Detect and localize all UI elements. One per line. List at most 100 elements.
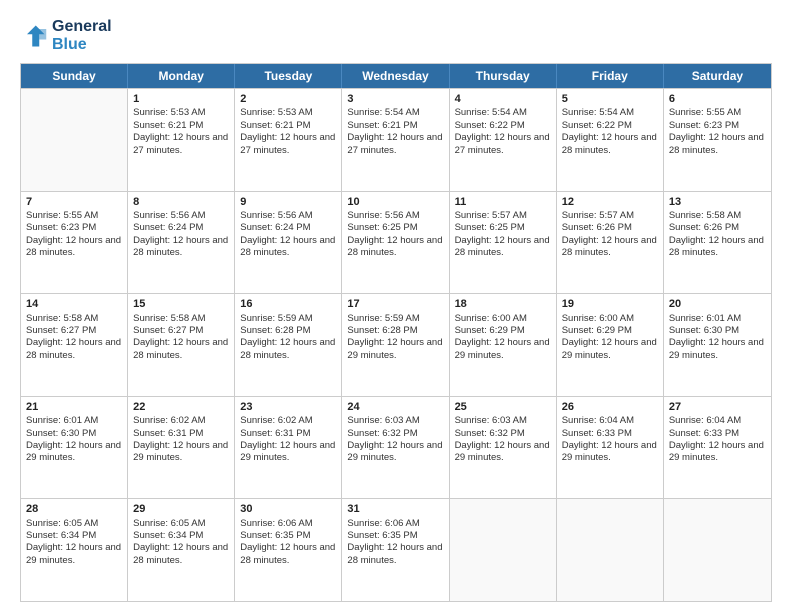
daylight-text: Daylight: 12 hours and 29 minutes. [26,542,122,567]
sunrise-text: Sunrise: 5:57 AM [562,210,658,222]
calendar-row-1: 1Sunrise: 5:53 AMSunset: 6:21 PMDaylight… [21,88,771,191]
logo-text: General Blue [52,18,112,53]
calendar-cell: 5Sunrise: 5:54 AMSunset: 6:22 PMDaylight… [557,89,664,191]
daylight-text: Daylight: 12 hours and 27 minutes. [240,132,336,157]
calendar-cell: 3Sunrise: 5:54 AMSunset: 6:21 PMDaylight… [342,89,449,191]
sunrise-text: Sunrise: 6:04 AM [562,415,658,427]
calendar-cell: 11Sunrise: 5:57 AMSunset: 6:25 PMDayligh… [450,192,557,294]
daylight-text: Daylight: 12 hours and 28 minutes. [562,235,658,260]
sunset-text: Sunset: 6:25 PM [347,222,443,234]
daylight-text: Daylight: 12 hours and 29 minutes. [347,337,443,362]
sunrise-text: Sunrise: 5:56 AM [133,210,229,222]
sunset-text: Sunset: 6:28 PM [347,325,443,337]
daylight-text: Daylight: 12 hours and 29 minutes. [669,337,766,362]
sunset-text: Sunset: 6:25 PM [455,222,551,234]
sunrise-text: Sunrise: 5:54 AM [347,107,443,119]
sunset-text: Sunset: 6:24 PM [240,222,336,234]
calendar-cell: 16Sunrise: 5:59 AMSunset: 6:28 PMDayligh… [235,294,342,396]
page: General Blue SundayMondayTuesdayWednesda… [0,0,792,612]
calendar-cell: 19Sunrise: 6:00 AMSunset: 6:29 PMDayligh… [557,294,664,396]
calendar-cell: 27Sunrise: 6:04 AMSunset: 6:33 PMDayligh… [664,397,771,499]
daylight-text: Daylight: 12 hours and 27 minutes. [133,132,229,157]
day-number: 20 [669,297,766,311]
sunset-text: Sunset: 6:28 PM [240,325,336,337]
calendar-cell: 8Sunrise: 5:56 AMSunset: 6:24 PMDaylight… [128,192,235,294]
daylight-text: Daylight: 12 hours and 29 minutes. [133,440,229,465]
sunset-text: Sunset: 6:34 PM [133,530,229,542]
daylight-text: Daylight: 12 hours and 27 minutes. [455,132,551,157]
sunrise-text: Sunrise: 5:57 AM [455,210,551,222]
sunset-text: Sunset: 6:31 PM [133,428,229,440]
calendar-cell: 14Sunrise: 5:58 AMSunset: 6:27 PMDayligh… [21,294,128,396]
daylight-text: Daylight: 12 hours and 28 minutes. [133,235,229,260]
calendar-cell: 23Sunrise: 6:02 AMSunset: 6:31 PMDayligh… [235,397,342,499]
day-number: 25 [455,400,551,414]
calendar-cell: 20Sunrise: 6:01 AMSunset: 6:30 PMDayligh… [664,294,771,396]
calendar-header: SundayMondayTuesdayWednesdayThursdayFrid… [21,64,771,88]
calendar-cell: 25Sunrise: 6:03 AMSunset: 6:32 PMDayligh… [450,397,557,499]
calendar-cell [450,499,557,601]
day-number: 30 [240,502,336,516]
sunrise-text: Sunrise: 6:01 AM [26,415,122,427]
sunrise-text: Sunrise: 6:04 AM [669,415,766,427]
daylight-text: Daylight: 12 hours and 28 minutes. [133,337,229,362]
day-number: 19 [562,297,658,311]
sunrise-text: Sunrise: 5:54 AM [562,107,658,119]
sunset-text: Sunset: 6:21 PM [347,120,443,132]
sunset-text: Sunset: 6:34 PM [26,530,122,542]
sunset-text: Sunset: 6:31 PM [240,428,336,440]
day-number: 17 [347,297,443,311]
daylight-text: Daylight: 12 hours and 29 minutes. [347,440,443,465]
sunset-text: Sunset: 6:30 PM [669,325,766,337]
sunset-text: Sunset: 6:21 PM [240,120,336,132]
day-number: 22 [133,400,229,414]
sunrise-text: Sunrise: 5:53 AM [133,107,229,119]
calendar-cell: 9Sunrise: 5:56 AMSunset: 6:24 PMDaylight… [235,192,342,294]
sunrise-text: Sunrise: 6:06 AM [347,518,443,530]
calendar-cell: 17Sunrise: 5:59 AMSunset: 6:28 PMDayligh… [342,294,449,396]
daylight-text: Daylight: 12 hours and 28 minutes. [669,235,766,260]
sunrise-text: Sunrise: 6:03 AM [455,415,551,427]
sunset-text: Sunset: 6:23 PM [26,222,122,234]
day-number: 15 [133,297,229,311]
day-number: 5 [562,92,658,106]
calendar-cell: 28Sunrise: 6:05 AMSunset: 6:34 PMDayligh… [21,499,128,601]
sunset-text: Sunset: 6:30 PM [26,428,122,440]
sunrise-text: Sunrise: 5:53 AM [240,107,336,119]
sunset-text: Sunset: 6:35 PM [347,530,443,542]
day-number: 6 [669,92,766,106]
daylight-text: Daylight: 12 hours and 28 minutes. [455,235,551,260]
sunset-text: Sunset: 6:32 PM [347,428,443,440]
calendar-row-4: 21Sunrise: 6:01 AMSunset: 6:30 PMDayligh… [21,396,771,499]
daylight-text: Daylight: 12 hours and 28 minutes. [562,132,658,157]
calendar-cell: 6Sunrise: 5:55 AMSunset: 6:23 PMDaylight… [664,89,771,191]
calendar-cell: 21Sunrise: 6:01 AMSunset: 6:30 PMDayligh… [21,397,128,499]
sunset-text: Sunset: 6:29 PM [455,325,551,337]
calendar-cell: 1Sunrise: 5:53 AMSunset: 6:21 PMDaylight… [128,89,235,191]
day-number: 1 [133,92,229,106]
sunrise-text: Sunrise: 6:03 AM [347,415,443,427]
weekday-header-wednesday: Wednesday [342,64,449,88]
calendar-cell [557,499,664,601]
day-number: 24 [347,400,443,414]
day-number: 28 [26,502,122,516]
sunrise-text: Sunrise: 5:54 AM [455,107,551,119]
sunrise-text: Sunrise: 5:58 AM [26,313,122,325]
calendar-cell: 2Sunrise: 5:53 AMSunset: 6:21 PMDaylight… [235,89,342,191]
logo: General Blue [20,18,112,53]
day-number: 12 [562,195,658,209]
calendar-cell: 12Sunrise: 5:57 AMSunset: 6:26 PMDayligh… [557,192,664,294]
weekday-header-monday: Monday [128,64,235,88]
day-number: 23 [240,400,336,414]
sunrise-text: Sunrise: 5:55 AM [669,107,766,119]
sunset-text: Sunset: 6:27 PM [26,325,122,337]
calendar-cell: 18Sunrise: 6:00 AMSunset: 6:29 PMDayligh… [450,294,557,396]
day-number: 26 [562,400,658,414]
sunrise-text: Sunrise: 5:56 AM [347,210,443,222]
daylight-text: Daylight: 12 hours and 28 minutes. [240,542,336,567]
daylight-text: Daylight: 12 hours and 29 minutes. [26,440,122,465]
calendar-cell: 29Sunrise: 6:05 AMSunset: 6:34 PMDayligh… [128,499,235,601]
sunset-text: Sunset: 6:27 PM [133,325,229,337]
sunrise-text: Sunrise: 5:59 AM [240,313,336,325]
sunrise-text: Sunrise: 5:58 AM [133,313,229,325]
